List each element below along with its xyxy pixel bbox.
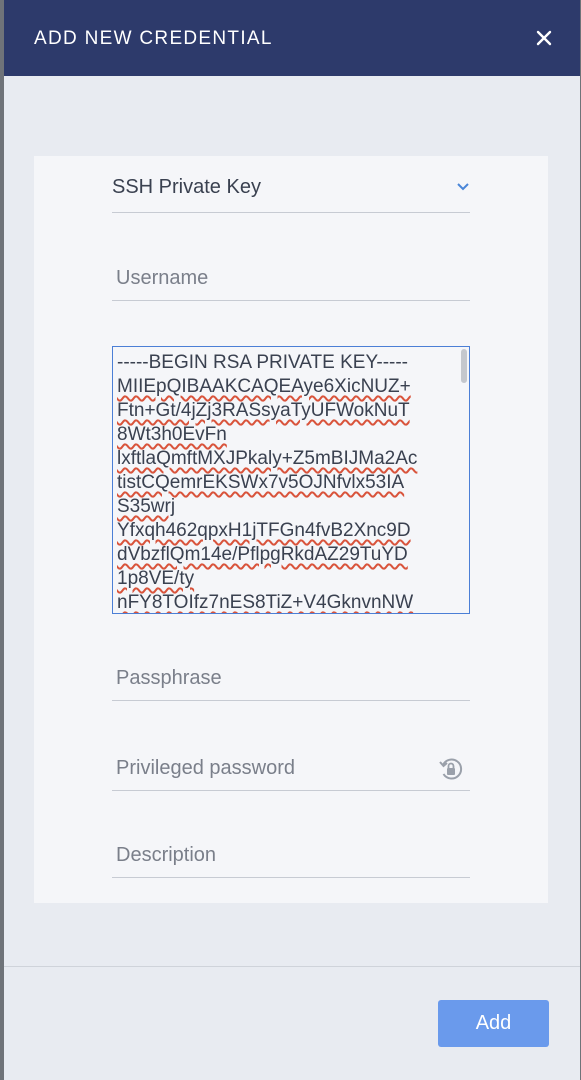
private-key-line: 8Wt3h0EvFn: [117, 424, 227, 445]
add-credential-dialog: ADD NEW CREDENTIAL SSH Private Key Usern…: [4, 0, 580, 1080]
close-button[interactable]: [530, 24, 558, 52]
credential-type-select[interactable]: SSH Private Key: [112, 174, 470, 213]
privileged-password-placeholder: Privileged password: [116, 757, 295, 779]
private-key-line: Yfxqh462qpxH1jTFGn4fvB2Xnc9D: [117, 520, 411, 541]
private-key-text: -----BEGIN RSA PRIVATE KEY----- MIIEpQIBA…: [117, 351, 461, 613]
private-key-line: tistCQemrEKSWx7v5OJNfvlx53IA: [117, 472, 405, 493]
private-key-line: nFY8TOIfz7nES8TiZ+V4GknvnNW: [117, 592, 414, 613]
lock-refresh-icon[interactable]: [438, 756, 464, 782]
passphrase-field[interactable]: Passphrase: [112, 656, 470, 701]
username-field[interactable]: Username: [112, 256, 470, 301]
private-key-line: MIIEpQIBAAKCAQEAye6XicNUZ+: [117, 376, 411, 397]
privileged-password-field[interactable]: Privileged password: [112, 746, 470, 791]
description-field[interactable]: Description: [112, 833, 470, 878]
private-key-line: -----BEGIN RSA PRIVATE KEY-----: [117, 352, 409, 373]
private-key-line: lxftlaQmftMXJPkaly+Z5mBIJMa2Ac: [117, 448, 418, 469]
add-button[interactable]: Add: [438, 1000, 549, 1047]
dialog-header: ADD NEW CREDENTIAL: [4, 0, 580, 76]
private-key-textarea[interactable]: -----BEGIN RSA PRIVATE KEY----- MIIEpQIBA…: [112, 346, 470, 614]
private-key-line: S35wrj: [117, 496, 176, 517]
username-placeholder: Username: [116, 267, 209, 289]
private-key-line: dVbzflQm14e/PflpgRkdAZ29TuYD: [117, 544, 408, 565]
passphrase-placeholder: Passphrase: [116, 667, 222, 689]
private-key-line: 1p8VE/ty: [117, 568, 195, 589]
private-key-scrollbar[interactable]: [461, 349, 467, 383]
chevron-down-icon: [457, 183, 469, 191]
private-key-line: Ftn+Gt/4jZj3RASsyaTyUFWokNuT: [117, 400, 410, 421]
description-placeholder: Description: [116, 844, 217, 866]
dialog-title: ADD NEW CREDENTIAL: [34, 28, 273, 49]
credential-form: SSH Private Key Username -----BEGIN RSA …: [34, 156, 548, 903]
close-icon: [536, 30, 552, 46]
credential-type-value: SSH Private Key: [112, 176, 261, 198]
dialog-footer: Add: [4, 967, 580, 1080]
